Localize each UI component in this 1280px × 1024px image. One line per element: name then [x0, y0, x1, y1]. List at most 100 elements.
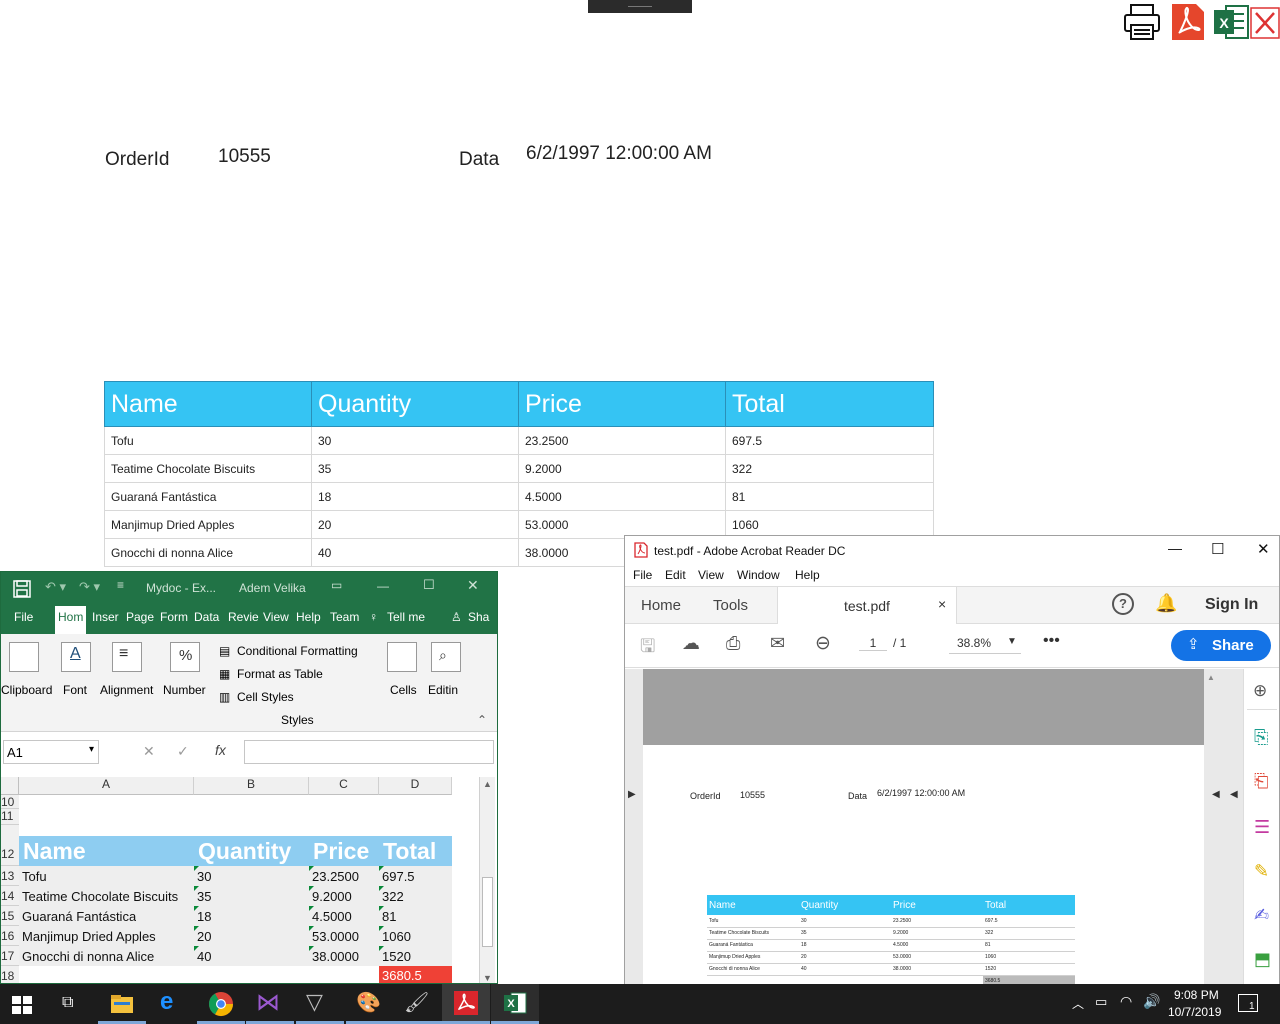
- column-a-header[interactable]: A: [19, 777, 194, 795]
- vertical-scrollbar[interactable]: ▲ ▼: [479, 777, 495, 983]
- window-drag-handle[interactable]: [588, 0, 692, 13]
- previous-page-arrow-icon[interactable]: ▶: [628, 789, 636, 800]
- conditional-formatting-icon[interactable]: ▤: [219, 644, 230, 658]
- sheet-cell[interactable]: 30: [197, 869, 211, 884]
- tab-insert[interactable]: Inser: [92, 610, 119, 624]
- confirm-entry-icon[interactable]: ✓: [177, 743, 189, 760]
- name-box[interactable]: A1 ▾: [3, 740, 99, 764]
- zoom-out-icon[interactable]: ⊖: [815, 632, 831, 655]
- sheet-cell[interactable]: 4.5000: [312, 909, 352, 924]
- menu-help[interactable]: Help: [795, 568, 820, 582]
- sheet-cell[interactable]: 1060: [382, 929, 411, 944]
- compress-pdf-icon[interactable]: ⬒: [1254, 949, 1271, 970]
- column-header-name[interactable]: Name: [104, 381, 312, 427]
- close-icon[interactable]: ✕: [1257, 540, 1270, 558]
- close-tab-icon[interactable]: ×: [938, 596, 946, 612]
- action-center-icon[interactable]: 1: [1238, 994, 1258, 1012]
- conditional-formatting-button[interactable]: Conditional Formatting: [237, 644, 358, 658]
- paint-icon[interactable]: 🎨: [356, 990, 381, 1015]
- scroll-down-icon[interactable]: ▼: [483, 973, 492, 983]
- scroll-up-icon[interactable]: ▲: [483, 779, 492, 789]
- acrobat-taskbar-button[interactable]: [442, 984, 490, 1024]
- tab-home[interactable]: Hom: [55, 606, 87, 634]
- sheet-cell[interactable]: Manjimup Dried Apples: [22, 929, 156, 944]
- ribbon-group-clipboard[interactable]: Clipboard: [1, 683, 52, 697]
- sheet-cell[interactable]: 697.5: [382, 869, 415, 884]
- ribbon-display-options-icon[interactable]: ▭: [331, 578, 342, 592]
- cell-styles-icon[interactable]: ▥: [219, 690, 230, 704]
- pdf-document-area[interactable]: ▶ OrderId 10555 Data 6/2/1997 12:00:00 A…: [625, 669, 1243, 988]
- sheet-header-name[interactable]: Name: [19, 836, 194, 866]
- maximize-icon[interactable]: ☐: [1211, 540, 1224, 558]
- insert-function-icon[interactable]: fx: [215, 742, 226, 758]
- row-number[interactable]: 18: [1, 966, 19, 983]
- tab-formulas[interactable]: Form: [160, 610, 188, 624]
- paint-3d-icon[interactable]: 🖌: [404, 990, 429, 1015]
- save-icon[interactable]: 🖫: [640, 634, 655, 664]
- row-number[interactable]: 10: [1, 795, 19, 809]
- volume-icon[interactable]: 🔊: [1143, 993, 1160, 1010]
- sheet-cell[interactable]: 1520: [382, 949, 411, 964]
- fill-sign-icon[interactable]: ✍: [1254, 905, 1269, 926]
- sign-in-button[interactable]: Sign In: [1205, 596, 1258, 614]
- close-icon[interactable]: ✕: [467, 577, 479, 594]
- acrobat-window[interactable]: test.pdf - Adobe Acrobat Reader DC — ☐ ✕…: [624, 535, 1280, 988]
- clock-time[interactable]: 9:08 PM: [1174, 988, 1219, 1002]
- column-header-total[interactable]: Total: [725, 381, 934, 427]
- sheet-cell[interactable]: 53.0000: [312, 929, 359, 944]
- scroll-up-icon[interactable]: ▲: [1207, 673, 1215, 682]
- ribbon-group-editing[interactable]: Editin: [428, 683, 458, 697]
- tab-help[interactable]: Help: [296, 610, 321, 624]
- minimize-icon[interactable]: —: [1168, 540, 1182, 556]
- help-icon[interactable]: ?: [1112, 593, 1134, 615]
- ribbon-group-number[interactable]: Number: [163, 683, 206, 697]
- row-number[interactable]: 13: [1, 866, 19, 886]
- column-b-header[interactable]: B: [194, 777, 309, 795]
- sheet-cell[interactable]: 38.0000: [312, 949, 359, 964]
- sheet-header-quantity[interactable]: Quantity: [194, 836, 309, 866]
- format-as-table-icon[interactable]: ▦: [219, 667, 230, 681]
- acrobat-title-bar[interactable]: test.pdf - Adobe Acrobat Reader DC — ☐ ✕: [625, 536, 1279, 564]
- formula-input[interactable]: [244, 740, 494, 764]
- create-pdf-icon[interactable]: ⎗: [1254, 771, 1268, 792]
- tab-view[interactable]: View: [263, 610, 289, 624]
- collapse-pane-arrow-icon[interactable]: ◀: [1230, 789, 1238, 800]
- table-row[interactable]: Teatime Chocolate Biscuits 35 9.2000 322: [104, 454, 934, 483]
- excel-user-name[interactable]: Adem Velika: [239, 581, 306, 595]
- ribbon-group-cells[interactable]: Cells: [390, 683, 417, 697]
- menu-view[interactable]: View: [698, 568, 724, 582]
- clock-date[interactable]: 10/7/2019: [1168, 1005, 1221, 1019]
- sheet-cell[interactable]: Guaraná Fantástica: [22, 909, 136, 924]
- chevron-down-icon[interactable]: ▾: [89, 744, 94, 755]
- tab-share[interactable]: Sha: [468, 610, 489, 624]
- sheet-cell[interactable]: Gnocchi di nonna Alice: [22, 949, 154, 964]
- tab-review[interactable]: Revie: [228, 610, 259, 624]
- collapse-ribbon-icon[interactable]: ⌃: [477, 713, 487, 727]
- comment-icon[interactable]: ✎: [1254, 861, 1269, 882]
- format-as-table-button[interactable]: Format as Table: [237, 667, 323, 681]
- table-row[interactable]: Tofu 30 23.2500 697.5: [104, 426, 934, 455]
- page-number-input[interactable]: 1: [859, 636, 887, 651]
- tab-file[interactable]: File: [14, 610, 33, 624]
- undo-icon[interactable]: ↶ ▾: [45, 579, 66, 595]
- sheet-cell[interactable]: 81: [382, 909, 396, 924]
- chevron-down-icon[interactable]: ▼: [1007, 636, 1017, 647]
- sheet-cell[interactable]: 35: [197, 889, 211, 904]
- zoom-select[interactable]: 38.8% ▼: [949, 634, 1021, 654]
- menu-window[interactable]: Window: [737, 568, 780, 582]
- zoom-in-icon[interactable]: ⊕: [1253, 681, 1267, 701]
- number-format-icon[interactable]: %: [170, 642, 200, 672]
- email-icon[interactable]: ✉: [770, 633, 785, 654]
- task-view-icon[interactable]: ⧉: [62, 994, 73, 1012]
- row-number[interactable]: 14: [1, 886, 19, 906]
- editing-icon[interactable]: ⌕: [431, 642, 461, 672]
- sheet-cell[interactable]: 23.2500: [312, 869, 359, 884]
- pdf-icon[interactable]: [1168, 2, 1208, 42]
- export-pdf-icon[interactable]: ⎘: [1254, 727, 1268, 748]
- pdf-vertical-scrollbar[interactable]: ▲: [1207, 673, 1217, 973]
- sheet-cell[interactable]: Teatime Chocolate Biscuits: [22, 889, 178, 904]
- column-header-price[interactable]: Price: [518, 381, 726, 427]
- app-shield-icon[interactable]: ▽: [306, 989, 323, 1015]
- nav-home[interactable]: Home: [641, 597, 681, 614]
- tab-test-pdf[interactable]: test.pdf ×: [777, 587, 957, 624]
